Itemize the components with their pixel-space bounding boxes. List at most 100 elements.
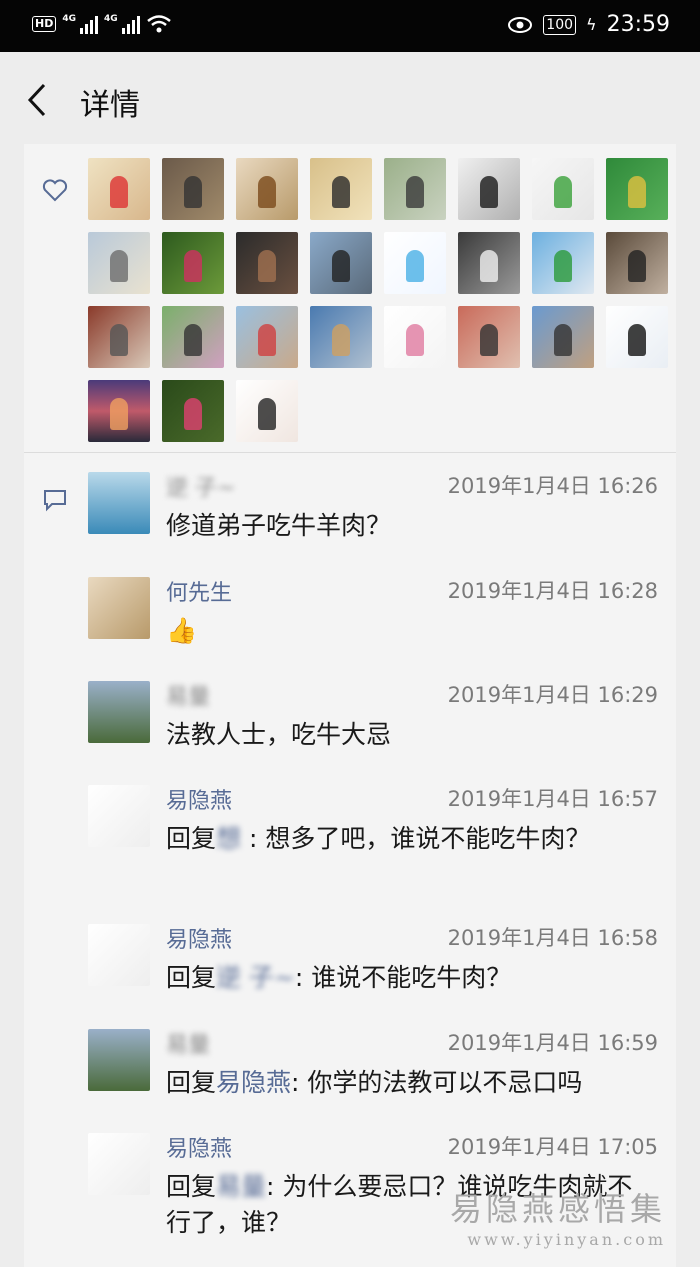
commenter-name[interactable]: 易量 — [166, 1027, 210, 1059]
liker-avatar[interactable] — [458, 158, 520, 220]
likes-section — [24, 144, 676, 452]
heart-icon — [42, 179, 68, 202]
watermark: 易隐燕感悟集 www.yiyinyan.com — [450, 1184, 666, 1249]
network-label-1: 4G — [62, 14, 76, 24]
liker-avatar[interactable] — [236, 380, 298, 442]
avatar-figure — [184, 250, 202, 282]
avatar-figure — [110, 250, 128, 282]
avatar-figure — [480, 324, 498, 356]
avatar-figure — [480, 250, 498, 282]
avatar-figure — [554, 324, 572, 356]
avatar-figure — [406, 176, 424, 208]
clock: 23:59 — [606, 12, 670, 37]
comment-timestamp: 2019年1月4日 16:58 — [447, 926, 658, 950]
avatar-figure — [110, 176, 128, 208]
liker-avatar[interactable] — [236, 158, 298, 220]
commenter-avatar[interactable] — [88, 577, 150, 639]
back-arrow-icon[interactable] — [24, 82, 52, 118]
liker-avatar[interactable] — [236, 306, 298, 368]
comment-item: 易量 2019年1月4日 16:29 法教人士，吃牛大忌 — [88, 681, 658, 771]
avatar-figure — [110, 398, 128, 430]
liker-avatar[interactable] — [162, 380, 224, 442]
avatar-figure — [554, 250, 572, 282]
reply-target-name[interactable]: 易隐燕 — [216, 1068, 291, 1097]
hd-badge: HD — [32, 16, 57, 32]
avatar-figure — [110, 324, 128, 356]
commenter-avatar[interactable] — [88, 1133, 150, 1195]
wifi-icon — [146, 15, 171, 33]
liker-avatar[interactable] — [606, 306, 668, 368]
liker-avatar[interactable] — [236, 232, 298, 294]
commenter-avatar[interactable] — [88, 924, 150, 986]
commenter-name[interactable]: 逆 子~ — [166, 470, 235, 502]
avatar-figure — [258, 176, 276, 208]
commenter-avatar[interactable] — [88, 1029, 150, 1091]
commenter-avatar[interactable] — [88, 785, 150, 847]
commenter-avatar[interactable] — [88, 472, 150, 534]
liker-avatar[interactable] — [162, 306, 224, 368]
network-label-2: 4G — [104, 14, 118, 24]
liker-avatar[interactable] — [162, 232, 224, 294]
signal-icon-2 — [121, 14, 140, 34]
commenter-name[interactable]: 易隐燕 — [166, 783, 232, 815]
avatar-figure — [258, 250, 276, 282]
avatar-figure — [258, 398, 276, 430]
liker-avatar[interactable] — [384, 232, 446, 294]
commenter-name[interactable]: 易隐燕 — [166, 1131, 232, 1163]
liker-avatar[interactable] — [310, 306, 372, 368]
liker-avatar[interactable] — [606, 232, 668, 294]
commenter-avatar[interactable] — [88, 681, 150, 743]
comment-body: 法教人士，吃牛大忌 — [166, 720, 392, 749]
liker-avatar[interactable] — [458, 232, 520, 294]
reply-prefix: 回复 — [166, 1068, 217, 1097]
comment-text[interactable]: 回复想 : 想多了吧，谁说不能吃牛肉？ — [166, 821, 646, 857]
comment-timestamp: 2019年1月4日 16:57 — [447, 787, 658, 811]
liker-avatar[interactable] — [384, 306, 446, 368]
signal-icon — [80, 14, 98, 34]
comment-text[interactable]: 回复易隐燕: 你学的法教可以不忌口吗 — [166, 1065, 646, 1101]
comment-item: 何先生 2019年1月4日 16:28 👍 — [88, 577, 658, 667]
liker-avatar[interactable] — [532, 306, 594, 368]
commenter-name[interactable]: 易量 — [166, 679, 210, 711]
liker-avatar[interactable] — [88, 158, 150, 220]
avatar-figure — [406, 250, 424, 282]
reply-target-name[interactable]: 想 — [216, 824, 249, 853]
liker-avatar[interactable] — [458, 306, 520, 368]
liker-avatar[interactable] — [88, 306, 150, 368]
eye-icon — [508, 16, 533, 33]
comment-item: 易隐燕 2019年1月4日 16:57 回复想 : 想多了吧，谁说不能吃牛肉？ — [88, 785, 658, 875]
liker-avatar[interactable] — [606, 158, 668, 220]
comment-text[interactable]: 👍 — [166, 613, 646, 649]
charging-icon: ϟ — [586, 15, 597, 34]
avatar-figure — [184, 176, 202, 208]
liker-avatar[interactable] — [162, 158, 224, 220]
commenter-name[interactable]: 易隐燕 — [166, 922, 232, 954]
liker-avatar[interactable] — [532, 158, 594, 220]
status-bar: HD 4G 4G 100 ϟ 23:59 — [0, 0, 700, 52]
liker-avatar[interactable] — [532, 232, 594, 294]
page-title: 详情 — [80, 88, 140, 123]
liker-avatar[interactable] — [310, 232, 372, 294]
avatar-figure — [332, 324, 350, 356]
avatar-figure — [628, 250, 646, 282]
comment-timestamp: 2019年1月4日 17:05 — [447, 1135, 658, 1159]
liker-avatar[interactable] — [384, 158, 446, 220]
avatar-figure — [184, 398, 202, 430]
comment-timestamp: 2019年1月4日 16:29 — [447, 683, 658, 707]
liker-avatar[interactable] — [310, 158, 372, 220]
comment-text[interactable]: 回复逆 子~: 谁说不能吃牛肉？ — [166, 960, 646, 996]
liker-avatar[interactable] — [88, 380, 150, 442]
comment-text[interactable]: 修道弟子吃牛羊肉？ — [166, 508, 646, 544]
watermark-url: www.yiyinyan.com — [467, 1230, 666, 1249]
comment-text[interactable]: 法教人士，吃牛大忌 — [166, 717, 646, 753]
comment-body: : 你学的法教可以不忌口吗 — [291, 1068, 583, 1097]
commenter-name[interactable]: 何先生 — [166, 575, 232, 607]
battery-icon: 100 — [543, 14, 577, 35]
divider — [24, 452, 676, 453]
liker-avatar[interactable] — [88, 232, 150, 294]
comment-icon — [44, 490, 66, 512]
comment-item: 逆 子~ 2019年1月4日 16:26 修道弟子吃牛羊肉？ — [88, 472, 658, 562]
reply-target-name[interactable]: 逆 子~ — [216, 963, 295, 992]
reply-target-name[interactable]: 易量 — [216, 1172, 266, 1201]
reply-prefix: 回复 — [166, 1172, 217, 1201]
